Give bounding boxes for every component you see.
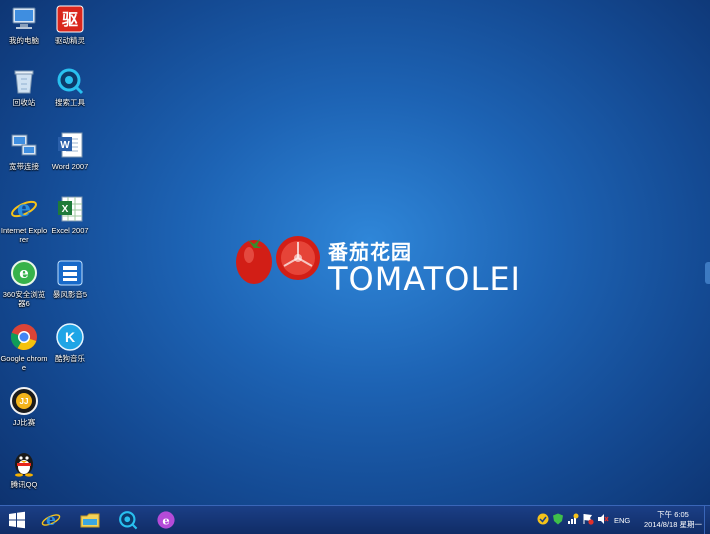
computer-icon — [9, 4, 39, 34]
icon-label: Internet Explorer — [0, 226, 48, 244]
windows-logo-icon — [9, 511, 25, 529]
svg-text:W: W — [60, 140, 70, 151]
icon-label: 腾讯QQ — [10, 480, 38, 489]
icon-label: 酷狗音乐 — [55, 354, 85, 363]
search-tool-icon — [119, 511, 138, 530]
taskbar: e e ENG 下午 6:05 2014/8/18 星期一 — [0, 505, 710, 534]
icon-label: 搜索工具 — [55, 98, 85, 107]
clock[interactable]: 下午 6:05 2014/8/18 星期一 — [636, 510, 710, 530]
taskbar-search-tool-button[interactable] — [113, 508, 143, 532]
desktop-icon-kugou[interactable]: K 酷狗音乐 — [46, 322, 94, 363]
driver-wizard-icon: 驱 — [55, 4, 85, 34]
tray-shield-icon[interactable] — [551, 512, 565, 526]
desktop-icon-excel[interactable]: X Excel 2007 — [46, 194, 94, 235]
icon-label: 驱动精灵 — [55, 36, 85, 45]
svg-text:e: e — [162, 513, 169, 527]
excel-icon: X — [55, 194, 85, 224]
desktop-icon-360browser[interactable]: e 360安全浏览器6 — [0, 258, 48, 308]
desktop-icon-qq[interactable]: 腾讯QQ — [0, 448, 48, 489]
recycle-bin-icon — [9, 66, 39, 96]
clock-time: 下午 6:05 — [657, 510, 689, 519]
show-desktop-button[interactable] — [704, 506, 710, 534]
tray-network-icon[interactable] — [566, 512, 580, 526]
tray-360-icon[interactable] — [536, 512, 550, 526]
charms-edge-tab[interactable] — [705, 262, 710, 284]
svg-text:e: e — [19, 264, 29, 282]
tray-flag-icon[interactable] — [581, 512, 595, 526]
desktop-icon-storm[interactable]: 暴风影音5 — [46, 258, 94, 299]
ie-alt-icon: e — [157, 511, 175, 529]
qq-penguin-icon — [9, 448, 39, 478]
360-browser-icon: e — [9, 258, 39, 288]
magnifier-icon — [55, 66, 85, 96]
desktop: 我的电脑 回收站 宽带连接 e Internet Explorer e 360安… — [0, 0, 710, 505]
desktop-icon-ie[interactable]: e Internet Explorer — [0, 194, 48, 244]
icon-label: Google chrome — [0, 354, 48, 372]
start-button[interactable] — [2, 508, 32, 532]
icon-label: JJ比赛 — [12, 418, 36, 427]
icon-label: Word 2007 — [51, 162, 89, 171]
ie-icon: e — [41, 510, 61, 529]
icon-label: 宽带连接 — [9, 162, 39, 171]
file-explorer-icon — [80, 513, 100, 528]
desktop-icon-broadband[interactable]: 宽带连接 — [0, 130, 48, 171]
svg-text:e: e — [46, 510, 56, 529]
desktop-icon-search-tool[interactable]: 搜索工具 — [46, 66, 94, 107]
clock-date: 2014/8/18 星期一 — [644, 520, 702, 529]
tomato-logo-icon — [236, 236, 320, 284]
storm-player-icon — [55, 258, 85, 288]
taskbar-ie-button[interactable]: e — [36, 508, 66, 532]
svg-text:e: e — [17, 196, 31, 222]
svg-text:驱: 驱 — [62, 11, 78, 29]
taskbar-file-explorer-button[interactable] — [75, 508, 105, 532]
tomatolei-logo: 番茄花园 TOMATOLEI — [230, 230, 520, 320]
desktop-icon-recycle-bin[interactable]: 回收站 — [0, 66, 48, 107]
jj-game-icon: JJ — [9, 386, 39, 416]
network-icon — [9, 130, 39, 160]
desktop-icon-jj[interactable]: JJ JJ比赛 — [0, 386, 48, 427]
icon-label: 我的电脑 — [9, 36, 39, 45]
svg-text:K: K — [65, 329, 75, 345]
icon-label: 回收站 — [12, 98, 36, 107]
ie-icon: e — [9, 194, 39, 224]
svg-text:JJ: JJ — [20, 397, 29, 406]
icon-label: 暴风影音5 — [52, 290, 88, 299]
word-icon: W — [55, 130, 85, 160]
desktop-icon-chrome[interactable]: Google chrome — [0, 322, 48, 372]
icon-label: 360安全浏览器6 — [2, 290, 46, 308]
tray-volume-icon[interactable] — [596, 512, 610, 526]
kugou-icon: K — [55, 322, 85, 352]
desktop-icon-driver-wizard[interactable]: 驱 驱动精灵 — [46, 4, 94, 45]
language-indicator[interactable]: ENG — [614, 516, 630, 525]
desktop-icon-my-computer[interactable]: 我的电脑 — [0, 4, 48, 45]
icon-label: Excel 2007 — [51, 226, 89, 235]
desktop-icon-word[interactable]: W Word 2007 — [46, 130, 94, 171]
logo-en-text: TOMATOLEI — [328, 260, 521, 298]
taskbar-ie-alt-button[interactable]: e — [151, 508, 181, 532]
chrome-icon — [9, 322, 39, 352]
svg-text:X: X — [62, 204, 69, 215]
